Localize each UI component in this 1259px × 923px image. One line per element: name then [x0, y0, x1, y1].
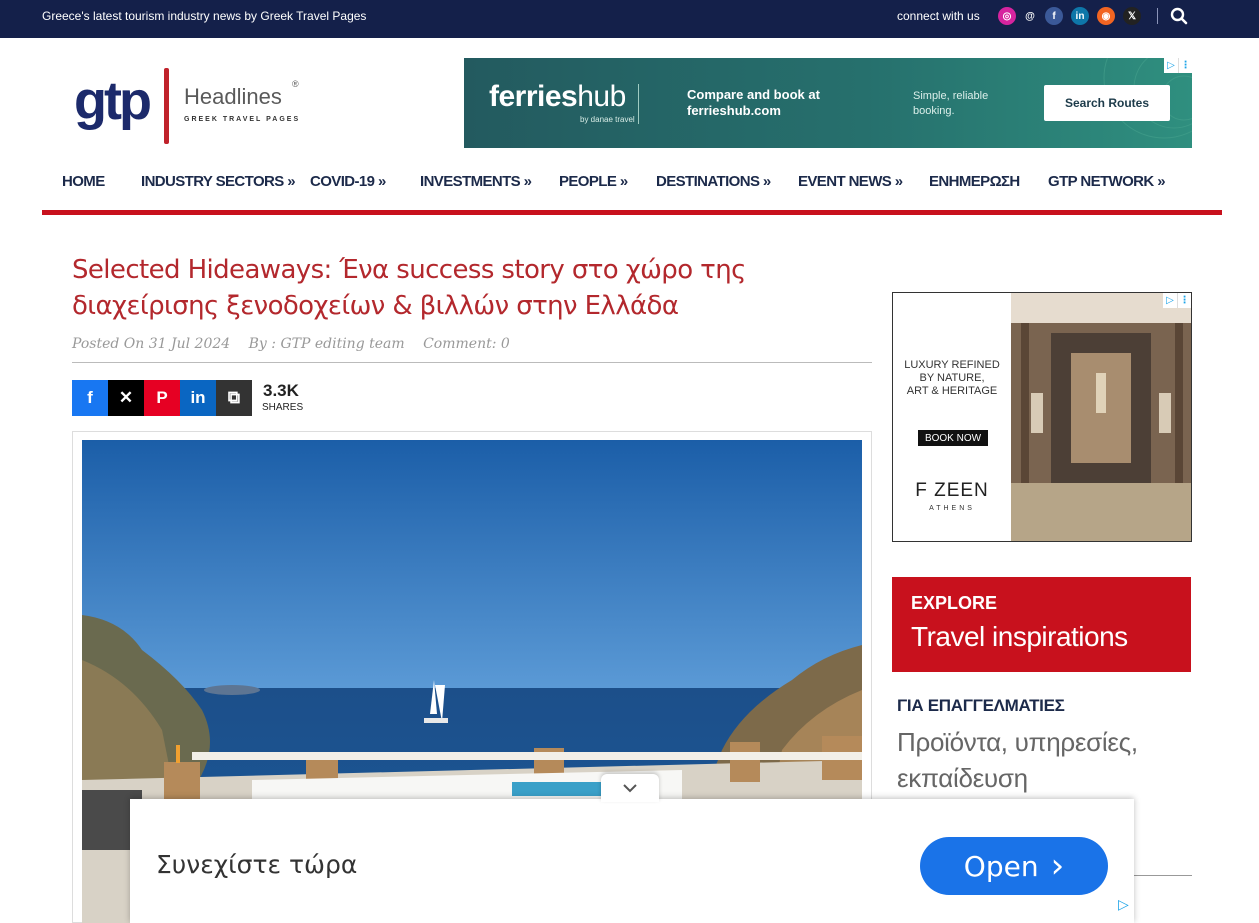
article-meta: Posted On 31 Jul 2024 By : GTP editing t… — [72, 336, 524, 352]
site-tagline: Greece's latest tourism industry news by… — [42, 9, 367, 23]
linkedin-icon[interactable]: in — [1071, 7, 1089, 25]
adchoices-icon[interactable]: ▷ ⋮ — [1164, 58, 1192, 73]
threads-icon[interactable]: @ — [1021, 7, 1039, 25]
open-button-label: Open — [963, 849, 1039, 883]
share-x-button[interactable]: ✕ — [108, 380, 144, 416]
share-label: SHARES — [262, 402, 304, 413]
sticky-ad[interactable]: Συνεχίστε τώρα Open › ▷ — [130, 799, 1134, 923]
connect-label: connect with us — [897, 9, 980, 23]
explore-small: EXPLORE — [911, 593, 998, 613]
nav-gtp-network[interactable]: GTP NETWORK » — [1048, 173, 1166, 190]
adchoices-icon[interactable]: ▷ ⋮ — [1163, 293, 1191, 308]
explore-big: Travel inspirations — [911, 621, 1128, 652]
sticky-ad-text: Συνεχίστε τώρα — [156, 850, 358, 879]
instagram-icon[interactable]: ◎ — [998, 7, 1016, 25]
share-count: 3.3K — [263, 381, 299, 400]
ad-brand: F ZEEN — [915, 480, 989, 501]
posted-date: Posted On 31 Jul 2024 — [72, 336, 231, 352]
divider — [638, 84, 639, 124]
site-logo[interactable]: gtp Headlines ® GREEK TRAVEL PAGES — [74, 66, 314, 146]
adchoices-icon[interactable]: ▷ — [1118, 897, 1129, 913]
nav-enimerosi[interactable]: ΕΝΗΜΕΡΩΣΗ — [929, 173, 1020, 190]
share-copy-button[interactable]: ⧉ — [216, 380, 252, 416]
search-routes-button[interactable]: Search Routes — [1044, 85, 1170, 121]
ad-copy: LUXURY REFINED BY NATURE, ART & HERITAGE — [904, 359, 1000, 397]
ad-brand-by: by danae travel — [580, 115, 635, 124]
top-bar: Greece's latest tourism industry news by… — [0, 0, 1259, 38]
share-pinterest-button[interactable]: P — [144, 380, 180, 416]
logo-gtp: gtp — [74, 71, 152, 131]
sidebar-ad[interactable]: LUXURY REFINED BY NATURE, ART & HERITAGE… — [892, 292, 1192, 542]
ad-city: ATHENS — [929, 505, 975, 512]
logo-registered: ® — [292, 79, 299, 89]
share-linkedin-button[interactable]: in — [180, 380, 216, 416]
author-link[interactable]: By : GTP editing team — [249, 336, 405, 352]
logo-subtitle: GREEK TRAVEL PAGES — [184, 116, 301, 123]
rss-icon[interactable]: ◉ — [1097, 7, 1115, 25]
explore-banner[interactable]: EXPLORE Travel inspirations — [892, 577, 1191, 672]
facebook-icon[interactable]: f — [1045, 7, 1063, 25]
nav-underline — [42, 210, 1222, 215]
comment-count[interactable]: Comment: 0 — [423, 336, 510, 352]
ad-headline: Compare and book at ferrieshub.com — [687, 87, 820, 118]
ad-brand: ferrieshub — [489, 80, 626, 113]
x-icon[interactable]: 𝕏 — [1123, 7, 1141, 25]
banner-ad[interactable]: ferrieshub by danae travel Compare and b… — [464, 58, 1192, 148]
divider — [72, 362, 872, 363]
collapse-ad-button[interactable] — [601, 774, 659, 802]
nav-home[interactable]: HOME — [62, 173, 105, 190]
search-icon[interactable] — [1170, 7, 1190, 27]
pro-text[interactable]: Προϊόντα, υπηρεσίες, εκπαίδευση — [897, 724, 1197, 796]
share-facebook-button[interactable]: f — [72, 380, 108, 416]
hotel-room-image — [1011, 293, 1191, 541]
nav-investments[interactable]: INVESTMENTS » — [420, 173, 532, 190]
book-now-button[interactable]: BOOK NOW — [918, 430, 988, 446]
pro-heading[interactable]: ΓΙΑ ΕΠΑΓΓΕΛΜΑΤΙΕΣ — [897, 696, 1065, 716]
chevron-right-icon: › — [1050, 846, 1065, 886]
divider — [1157, 8, 1158, 24]
open-button[interactable]: Open › — [920, 837, 1108, 895]
nav-event-news[interactable]: EVENT NEWS » — [798, 173, 903, 190]
main-nav: HOME INDUSTRY SECTORS » COVID-19 » INVES… — [42, 164, 1222, 210]
logo-headlines: Headlines — [184, 84, 282, 109]
nav-industry-sectors[interactable]: INDUSTRY SECTORS » — [141, 173, 296, 190]
article-title: Selected Hideaways: Ένα success story στ… — [72, 255, 746, 321]
nav-destinations[interactable]: DESTINATIONS » — [656, 173, 771, 190]
ad-tagline: Simple, reliable booking. — [913, 90, 989, 117]
nav-covid[interactable]: COVID-19 » — [310, 173, 386, 190]
nav-people[interactable]: PEOPLE » — [559, 173, 628, 190]
chevron-down-icon — [623, 784, 637, 793]
logo-bar — [164, 68, 169, 144]
